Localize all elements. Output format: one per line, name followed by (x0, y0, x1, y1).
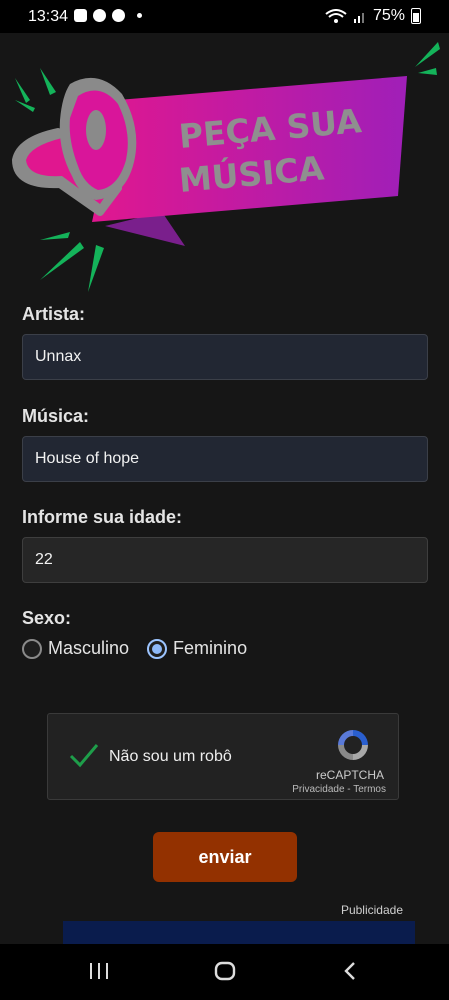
age-input[interactable]: 22 (22, 537, 428, 583)
gallery-icon (74, 9, 87, 22)
ad-banner[interactable] (63, 921, 415, 944)
app-notification-icon-2 (112, 9, 125, 22)
navigation-bar (0, 944, 449, 1000)
sex-label: Sexo: (22, 608, 72, 628)
status-bar: 13:34 75% (0, 0, 449, 33)
song-input[interactable]: House of hope (22, 436, 428, 482)
radio-option-masculino[interactable]: Masculino (22, 638, 129, 659)
sex-radio-group: Masculino Feminino (22, 638, 265, 659)
age-label: Informe sua idade: (22, 507, 183, 527)
submit-button[interactable]: enviar (153, 832, 297, 882)
recent-apps-icon[interactable] (88, 960, 110, 982)
megaphone-icon (12, 77, 137, 216)
app-notification-icon (93, 9, 106, 22)
song-label: Música: (22, 406, 90, 426)
battery-percent: 75% (372, 7, 405, 24)
recaptcha-text: Não sou um robô (109, 748, 232, 765)
status-time: 13:34 (28, 8, 69, 25)
checkmark-icon[interactable] (68, 741, 100, 769)
recaptcha-links[interactable]: Privacidade - Termos (292, 784, 386, 795)
recaptcha-widget: Não sou um robô reCAPTCHA Privacidade - … (47, 713, 399, 800)
radio-feminino[interactable] (147, 638, 168, 659)
home-icon[interactable] (213, 960, 237, 982)
signal-icon (353, 13, 364, 23)
battery-icon (411, 8, 421, 24)
radio-masculino-label: Masculino (48, 638, 130, 658)
more-notifications-icon (137, 13, 142, 18)
wifi-icon (325, 9, 347, 23)
back-icon[interactable] (340, 960, 360, 982)
ray-shape (15, 78, 30, 103)
artist-input[interactable]: Unnax (22, 334, 428, 380)
radio-masculino[interactable] (22, 638, 42, 659)
recaptcha-logo-icon (338, 730, 368, 760)
radio-feminino-label: Feminino (173, 638, 248, 658)
artist-label: Artista: (22, 304, 86, 324)
ad-label: Publicidade (340, 903, 403, 917)
recaptcha-brand: reCAPTCHA (315, 768, 384, 782)
banner-peca-sua-musica: PEÇA SUA MÚSICA (12, 42, 440, 292)
notification-icons (74, 9, 142, 22)
radio-option-feminino[interactable]: Feminino (147, 638, 247, 659)
